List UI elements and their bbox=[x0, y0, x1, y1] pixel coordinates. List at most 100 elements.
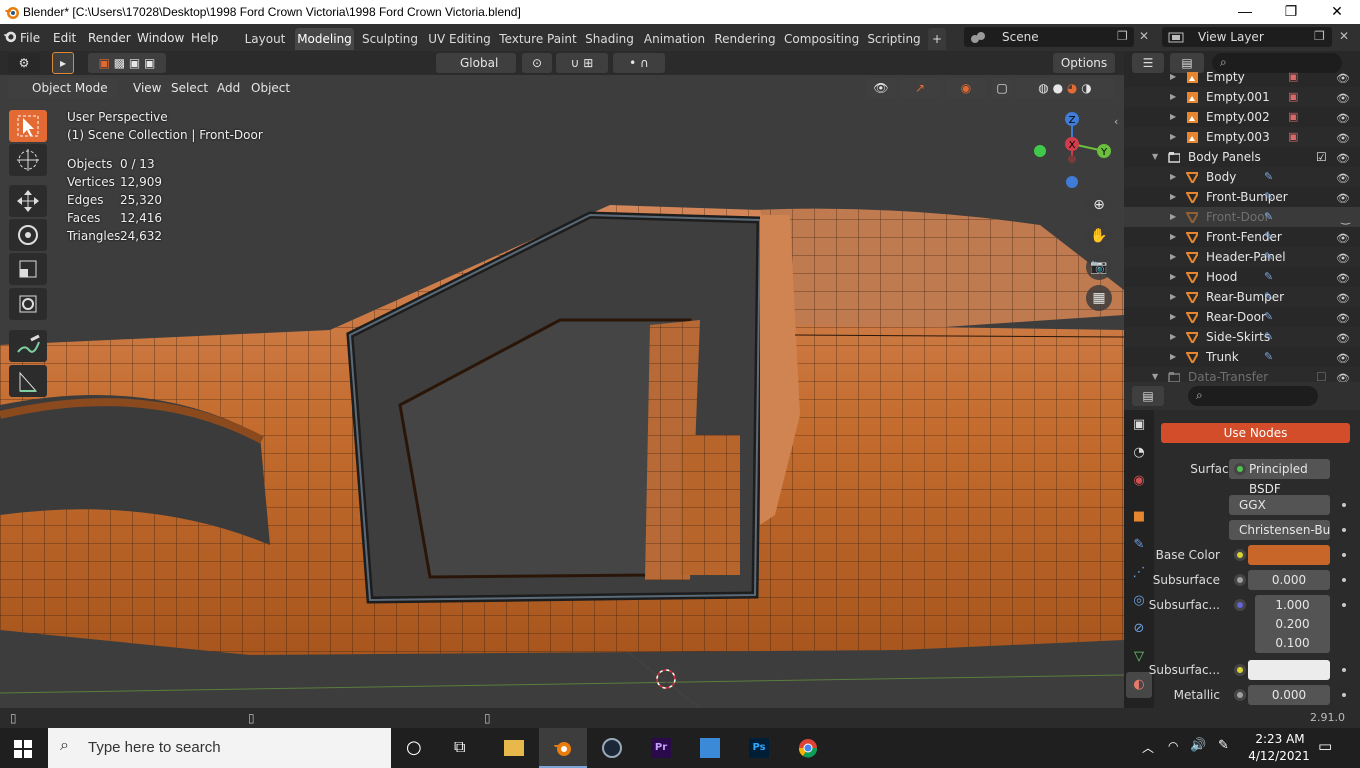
tab-shading[interactable]: Shading bbox=[584, 28, 635, 50]
gizmo-toggle-icon[interactable]: ↗ bbox=[900, 78, 940, 98]
expand-arrow-icon[interactable]: ▶ bbox=[1170, 247, 1176, 267]
subsurface-field[interactable]: 0.000 bbox=[1248, 570, 1330, 590]
rotate-tool-button[interactable] bbox=[9, 219, 47, 251]
modifier-wrench-icon[interactable]: ✎ bbox=[1264, 167, 1273, 187]
scene-selector[interactable]: Scene bbox=[964, 27, 1134, 47]
move-tool-button[interactable] bbox=[9, 185, 47, 217]
menu-view[interactable]: View bbox=[133, 78, 161, 98]
expand-arrow-icon[interactable]: ▶ bbox=[1170, 107, 1176, 127]
overlays-toggle-icon[interactable]: ◉ bbox=[946, 78, 986, 98]
material-preview-icon[interactable]: ◕ bbox=[1067, 81, 1077, 95]
expand-arrow-icon[interactable]: ▶ bbox=[1170, 347, 1176, 367]
proportional-editing-icon[interactable]: • ∩ bbox=[613, 53, 665, 73]
eye-icon[interactable]: 👁 bbox=[1336, 129, 1350, 149]
selection-mode-group[interactable]: ▣ ▩ ▣ ▣ bbox=[88, 53, 166, 73]
show-hidden-icons-icon[interactable]: ︿ bbox=[1142, 739, 1154, 756]
modifier-wrench-icon[interactable]: ✎ bbox=[1264, 207, 1273, 227]
outliner-row[interactable]: ▶ Front-Bumper ✎ 👁 bbox=[1124, 187, 1360, 207]
copy-view-layer-icon[interactable]: ❐ bbox=[1314, 29, 1325, 43]
premiere-icon[interactable]: Pr bbox=[637, 728, 685, 768]
modifier-wrench-icon[interactable]: ✎ bbox=[1264, 247, 1273, 267]
visibility-icon[interactable]: 👁 bbox=[866, 78, 896, 98]
expand-arrow-icon[interactable]: ▶ bbox=[1170, 307, 1176, 327]
navigation-gizmo[interactable]: Z Y X bbox=[1028, 105, 1118, 195]
expand-arrow-icon[interactable]: ▶ bbox=[1170, 327, 1176, 347]
eye-icon[interactable]: 👁 bbox=[1336, 169, 1350, 189]
tab-animation[interactable]: Animation bbox=[643, 28, 706, 50]
tab-constraints-icon[interactable]: ⊘ bbox=[1126, 616, 1152, 642]
photos-icon[interactable] bbox=[686, 728, 734, 768]
outliner-row[interactable]: ▶ Empty ▣ 👁 bbox=[1124, 67, 1360, 87]
eye-icon[interactable]: 👁 bbox=[1336, 329, 1350, 349]
zoom-icon[interactable]: ⊕ bbox=[1086, 192, 1112, 218]
eye-icon[interactable]: 👁 bbox=[1336, 69, 1350, 89]
expand-arrow-icon[interactable]: ▼ bbox=[1152, 147, 1158, 167]
tab-modeling[interactable]: Modeling bbox=[295, 28, 354, 50]
copy-scene-icon[interactable]: ❐ bbox=[1117, 29, 1128, 43]
expand-arrow-icon[interactable]: ▶ bbox=[1170, 267, 1176, 287]
menu-select[interactable]: Select bbox=[171, 78, 208, 98]
shading-mode-group[interactable]: ◍ ● ◕ ◑ bbox=[1016, 78, 1114, 98]
properties-editor-type-icon[interactable]: ▤ bbox=[1132, 386, 1164, 406]
blender-taskbar-icon[interactable] bbox=[539, 728, 587, 768]
image-data-icon[interactable]: ▣ bbox=[1288, 67, 1298, 87]
base-color-swatch[interactable] bbox=[1248, 545, 1330, 565]
tab-uv-editing[interactable]: UV Editing bbox=[427, 28, 492, 50]
keyframe-dot[interactable] bbox=[1342, 503, 1346, 507]
set-new-selection-icon[interactable]: ▣ bbox=[99, 56, 110, 70]
steam-icon[interactable] bbox=[588, 728, 636, 768]
cortana-icon[interactable]: ○ bbox=[406, 737, 422, 758]
eye-icon[interactable]: 👁 bbox=[1336, 249, 1350, 269]
modifier-wrench-icon[interactable]: ✎ bbox=[1264, 267, 1273, 287]
tab-rendering[interactable]: Rendering bbox=[713, 28, 777, 50]
wireframe-shading-icon[interactable]: ◍ bbox=[1038, 81, 1048, 95]
close-button[interactable]: ✕ bbox=[1314, 0, 1360, 24]
menu-add[interactable]: Add bbox=[217, 78, 240, 98]
tab-object-icon[interactable]: ■ bbox=[1126, 504, 1152, 530]
eye-icon[interactable]: 👁 bbox=[1336, 89, 1350, 109]
view-layer-selector[interactable]: View Layer bbox=[1162, 27, 1332, 47]
object-mode-select[interactable]: Object Mode bbox=[8, 78, 118, 98]
tab-compositing[interactable]: Compositing bbox=[784, 28, 859, 50]
outliner-row[interactable]: ▶ Rear-Bumper ✎ 👁 bbox=[1124, 287, 1360, 307]
taskbar-search-box[interactable]: ⌕ Type here to search bbox=[48, 728, 391, 768]
outliner-row[interactable]: ▼ Body Panels ☑ 👁 bbox=[1124, 147, 1360, 167]
outliner-row[interactable]: ▶ Front-Door ✎ ‿ bbox=[1124, 207, 1360, 227]
camera-view-icon[interactable]: 📷 bbox=[1086, 254, 1112, 280]
scale-tool-button[interactable] bbox=[9, 253, 47, 285]
eye-icon[interactable]: 👁 bbox=[1336, 309, 1350, 329]
modifier-wrench-icon[interactable]: ✎ bbox=[1264, 227, 1273, 247]
expand-arrow-icon[interactable]: ▶ bbox=[1170, 87, 1176, 107]
distribution-select[interactable]: GGX bbox=[1229, 495, 1330, 515]
expand-arrow-icon[interactable]: ▶ bbox=[1170, 127, 1176, 147]
expand-arrow-icon[interactable]: ▶ bbox=[1170, 287, 1176, 307]
eye-icon[interactable]: 👁 bbox=[1336, 229, 1350, 249]
modifier-wrench-icon[interactable]: ✎ bbox=[1264, 287, 1273, 307]
tab-texture-paint[interactable]: Texture Paint bbox=[499, 28, 577, 50]
outliner-row[interactable]: ▶ Hood ✎ 👁 bbox=[1124, 267, 1360, 287]
taskbar-date[interactable]: 4/12/2021 bbox=[1246, 749, 1312, 763]
xray-toggle-icon[interactable]: ▢ bbox=[992, 78, 1012, 98]
eye-icon[interactable]: 👁 bbox=[1336, 289, 1350, 309]
outliner-row[interactable]: ▶ Rear-Door ✎ 👁 bbox=[1124, 307, 1360, 327]
annotate-tool-button[interactable] bbox=[9, 330, 47, 362]
delete-view-layer-icon[interactable]: ✕ bbox=[1339, 29, 1349, 43]
outliner-row[interactable]: ▶ Header-Panel ✎ 👁 bbox=[1124, 247, 1360, 267]
options-dropdown[interactable]: Options bbox=[1053, 53, 1115, 73]
select-box-tool-icon[interactable]: ▸ bbox=[52, 52, 74, 74]
modifier-wrench-icon[interactable]: ✎ bbox=[1264, 307, 1273, 327]
keyframe-dot[interactable] bbox=[1342, 528, 1346, 532]
use-nodes-button[interactable]: Use Nodes bbox=[1161, 423, 1350, 443]
pan-hand-icon[interactable]: ✋ bbox=[1086, 223, 1112, 249]
keyframe-dot[interactable] bbox=[1342, 668, 1346, 672]
chrome-icon[interactable] bbox=[784, 728, 832, 768]
windows-start-icon[interactable] bbox=[14, 740, 32, 758]
select-tool-button[interactable] bbox=[9, 110, 47, 142]
expand-arrow-icon[interactable]: ▶ bbox=[1170, 207, 1176, 227]
eye-icon[interactable]: 👁 bbox=[1336, 109, 1350, 129]
snapping-icon[interactable]: ∪ ⊞ bbox=[556, 53, 608, 73]
eye-icon[interactable]: 👁 bbox=[1336, 149, 1350, 169]
eye-icon[interactable]: 👁 bbox=[1336, 349, 1350, 369]
image-data-icon[interactable]: ▣ bbox=[1288, 127, 1298, 147]
perspective-grid-icon[interactable]: ▦ bbox=[1086, 285, 1112, 311]
